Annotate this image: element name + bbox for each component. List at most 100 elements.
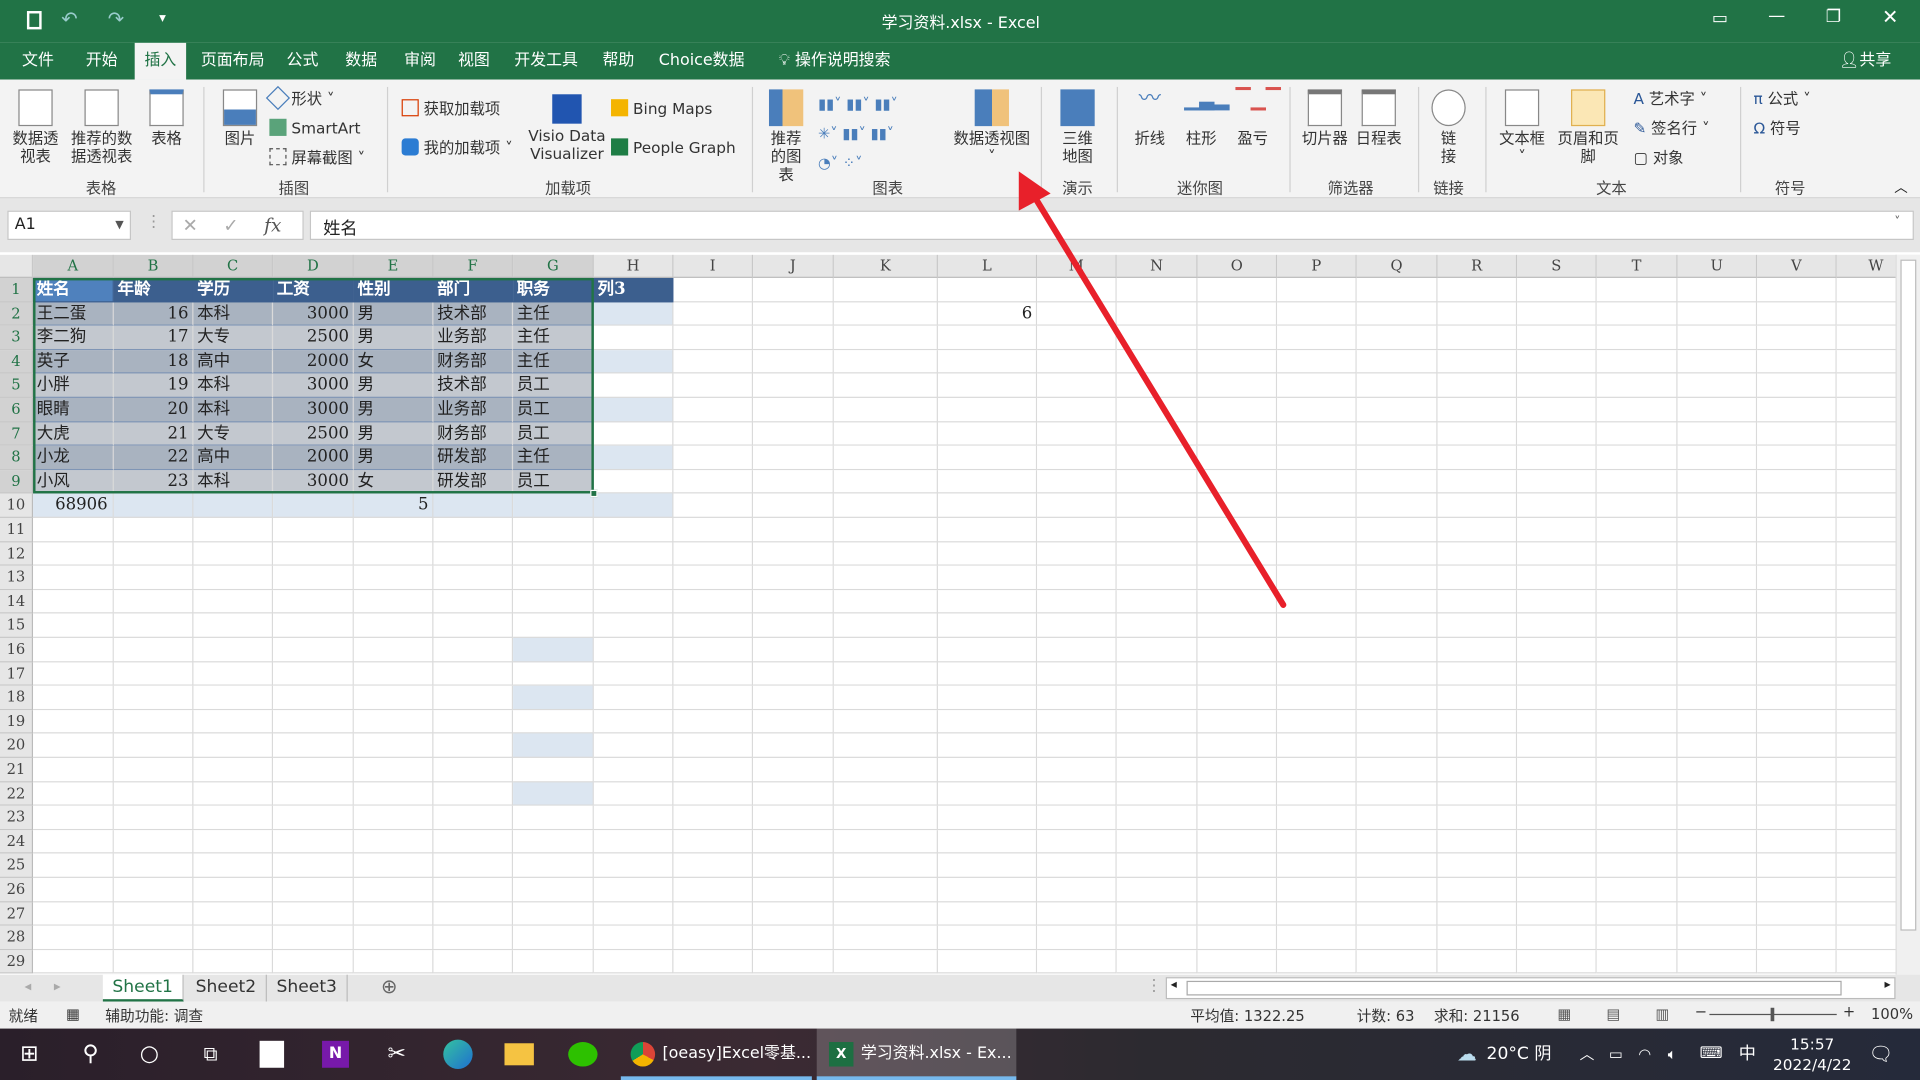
column-header[interactable]: T xyxy=(1596,254,1678,278)
cell[interactable]: 男 xyxy=(353,445,434,470)
cell[interactable] xyxy=(673,325,754,350)
cell[interactable] xyxy=(1757,301,1837,326)
cell[interactable] xyxy=(1277,589,1357,614)
cell[interactable] xyxy=(353,805,434,830)
column-header[interactable]: A xyxy=(33,254,114,278)
cell[interactable] xyxy=(1037,397,1117,422)
row-header[interactable]: 19 xyxy=(0,709,34,734)
cell[interactable] xyxy=(1677,445,1758,470)
cell[interactable] xyxy=(1356,685,1438,710)
cell[interactable] xyxy=(1757,733,1837,758)
cell[interactable] xyxy=(1836,349,1896,374)
cell[interactable] xyxy=(1517,877,1597,902)
cell[interactable] xyxy=(113,733,194,758)
cell[interactable] xyxy=(937,733,1038,758)
cell[interactable] xyxy=(1437,637,1518,662)
cell[interactable] xyxy=(1596,589,1678,614)
cell[interactable]: 学历 xyxy=(193,277,274,302)
cell[interactable] xyxy=(1116,469,1198,494)
cell[interactable] xyxy=(833,373,938,398)
wordart-button[interactable]: A 艺术字 ˅ xyxy=(1633,89,1707,107)
cell[interactable] xyxy=(33,829,114,854)
cell[interactable] xyxy=(1836,397,1896,422)
cell[interactable] xyxy=(1037,901,1117,926)
cell[interactable] xyxy=(1037,661,1117,686)
cell[interactable] xyxy=(273,853,354,878)
cell[interactable] xyxy=(1437,685,1518,710)
cell[interactable] xyxy=(1677,301,1758,326)
cell[interactable] xyxy=(833,829,938,854)
fill-handle[interactable] xyxy=(590,490,598,498)
cell[interactable] xyxy=(1277,637,1357,662)
cell[interactable] xyxy=(593,685,674,710)
cell[interactable] xyxy=(353,949,434,974)
cell[interactable] xyxy=(513,637,594,662)
cell[interactable] xyxy=(1437,613,1518,638)
cell[interactable] xyxy=(1356,829,1438,854)
cell[interactable] xyxy=(833,805,938,830)
cell[interactable] xyxy=(937,277,1038,302)
cell[interactable] xyxy=(433,589,514,614)
cell[interactable] xyxy=(113,493,194,518)
cell[interactable] xyxy=(1037,541,1117,566)
cell[interactable] xyxy=(1596,565,1678,590)
cell[interactable] xyxy=(1517,301,1597,326)
cell[interactable] xyxy=(33,565,114,590)
cell[interactable] xyxy=(1836,469,1896,494)
cell[interactable] xyxy=(753,397,834,422)
cell[interactable] xyxy=(1356,277,1438,302)
cell[interactable] xyxy=(1677,397,1758,422)
cell[interactable] xyxy=(1437,301,1518,326)
cell[interactable] xyxy=(1757,565,1837,590)
cell[interactable] xyxy=(753,541,834,566)
cell[interactable] xyxy=(753,829,834,854)
cell[interactable] xyxy=(1116,277,1198,302)
cell[interactable] xyxy=(513,709,594,734)
cell[interactable] xyxy=(1037,757,1117,782)
row-header[interactable]: 22 xyxy=(0,781,34,806)
zoom-out-icon[interactable]: − xyxy=(1695,1003,1707,1020)
cell[interactable]: 3000 xyxy=(273,301,354,326)
cell[interactable] xyxy=(433,805,514,830)
cell[interactable] xyxy=(1356,949,1438,974)
textbox-button[interactable]: 文本框 ˅ xyxy=(1494,89,1550,165)
cell[interactable] xyxy=(1277,325,1357,350)
cell[interactable] xyxy=(1037,637,1117,662)
cell[interactable] xyxy=(1757,781,1837,806)
cell[interactable]: 小胖 xyxy=(33,373,114,398)
cell[interactable]: 2500 xyxy=(273,421,354,446)
horizontal-scrollbar[interactable]: ◂ ▸ xyxy=(1165,977,1896,1000)
cell[interactable] xyxy=(1037,805,1117,830)
tab-3[interactable]: 页面布局 xyxy=(191,43,274,80)
cell[interactable] xyxy=(937,397,1038,422)
cell[interactable] xyxy=(673,733,754,758)
cell[interactable] xyxy=(937,685,1038,710)
cell[interactable] xyxy=(1037,853,1117,878)
edge-icon[interactable] xyxy=(438,1029,477,1080)
cell[interactable] xyxy=(593,373,674,398)
cell[interactable] xyxy=(353,709,434,734)
cell[interactable] xyxy=(1596,733,1678,758)
cell[interactable] xyxy=(753,733,834,758)
cell[interactable] xyxy=(193,517,274,542)
cell[interactable] xyxy=(513,685,594,710)
scroll-right-icon[interactable]: ▸ xyxy=(1884,978,1890,991)
cell[interactable] xyxy=(1037,949,1117,974)
cell[interactable] xyxy=(673,613,754,638)
cell[interactable] xyxy=(937,613,1038,638)
cell[interactable] xyxy=(1356,613,1438,638)
cell[interactable] xyxy=(1677,757,1758,782)
visio-button[interactable]: Visio Data Visualizer xyxy=(527,94,608,163)
cell[interactable] xyxy=(673,517,754,542)
enter-icon[interactable]: ✓ xyxy=(223,214,238,236)
undo-icon[interactable]: ↶ xyxy=(61,7,77,30)
wechat-icon[interactable] xyxy=(563,1029,602,1080)
cell[interactable]: 2000 xyxy=(273,349,354,374)
cell[interactable] xyxy=(673,541,754,566)
cell[interactable] xyxy=(937,805,1038,830)
cell[interactable] xyxy=(1037,373,1117,398)
cell[interactable] xyxy=(273,685,354,710)
cell[interactable] xyxy=(753,613,834,638)
cell[interactable] xyxy=(1596,301,1678,326)
cell[interactable] xyxy=(113,685,194,710)
